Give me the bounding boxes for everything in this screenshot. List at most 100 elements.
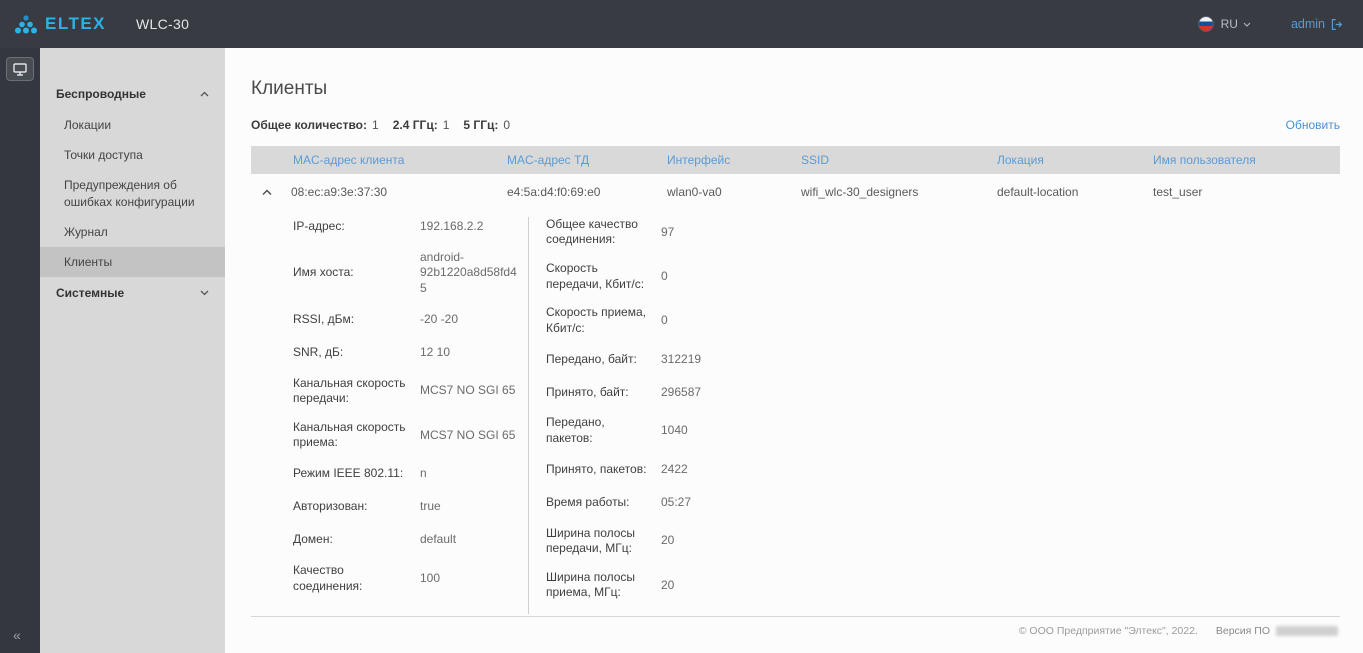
cell-mac-ap: e4:5a:d4:f0:69:e0 bbox=[507, 185, 667, 199]
client-table-row[interactable]: 08:ec:a9:3e:37:30 e4:5a:d4:f0:69:e0 wlan… bbox=[251, 174, 1340, 211]
monitoring-section-button[interactable] bbox=[6, 57, 34, 81]
detail-value: 296587 bbox=[661, 385, 948, 401]
sidebar-item-config-warnings[interactable]: Предупреждения об ошибках конфигурации bbox=[40, 170, 225, 216]
detail-value: 0 bbox=[661, 269, 948, 285]
copyright-text: © ООО Предприятие "Элтекс", 2022. bbox=[1019, 625, 1198, 637]
detail-value: n bbox=[420, 466, 518, 482]
detail-label: Домен: bbox=[293, 532, 420, 548]
icon-strip: « bbox=[0, 48, 40, 653]
detail-label: Скорость передачи, Кбит/с: bbox=[546, 261, 661, 292]
cell-username: test_user bbox=[1153, 185, 1340, 199]
chevron-down-icon bbox=[200, 290, 209, 296]
cell-location: default-location bbox=[997, 185, 1153, 199]
detail-value: 1040 bbox=[661, 423, 948, 439]
detail-value: -20 -20 bbox=[420, 312, 518, 328]
column-header-location[interactable]: Локация bbox=[997, 153, 1153, 167]
summary-5ghz-label: 5 ГГц: bbox=[463, 118, 498, 132]
summary-5ghz-value: 0 bbox=[503, 118, 510, 132]
column-header-username[interactable]: Имя пользователя bbox=[1153, 153, 1340, 167]
details-left-column: IP-адрес: 192.168.2.2 Имя хоста: android… bbox=[293, 217, 528, 614]
detail-row-tx-bandwidth: Ширина полосы передачи, МГц: 20 bbox=[546, 526, 948, 557]
summary-2-4ghz-value: 1 bbox=[443, 118, 450, 132]
detail-row-tx-speed: Скорость передачи, Кбит/с: 0 bbox=[546, 261, 948, 292]
username-label: admin bbox=[1291, 17, 1325, 31]
page-title: Клиенты bbox=[251, 78, 1340, 100]
detail-row-rssi: RSSI, дБм: -20 -20 bbox=[293, 310, 518, 330]
version-label: Версия ПО bbox=[1216, 625, 1270, 637]
detail-label: Принято, байт: bbox=[546, 385, 661, 401]
top-bar: ELTEX WLC-30 RU admin bbox=[0, 0, 1363, 48]
mac-client-value: 08:ec:a9:3e:37:30 bbox=[291, 185, 387, 199]
detail-label: Передано, пакетов: bbox=[546, 415, 661, 446]
logout-icon[interactable] bbox=[1330, 18, 1343, 31]
detail-value: android-92b1220a8d58fd45 bbox=[420, 250, 518, 297]
column-header-interface[interactable]: Интерфейс bbox=[667, 153, 801, 167]
sidebar-group-system[interactable]: Системные bbox=[40, 277, 225, 309]
eltex-logo-icon bbox=[14, 14, 38, 34]
detail-row-rx-bandwidth: Ширина полосы приема, МГц: 20 bbox=[546, 570, 948, 601]
collapse-sidebar-button[interactable]: « bbox=[0, 627, 21, 643]
sidebar-item-access-points[interactable]: Точки доступа bbox=[40, 140, 225, 170]
detail-label: Ширина полосы приема, МГц: bbox=[546, 570, 661, 601]
product-name: WLC-30 bbox=[136, 16, 189, 32]
detail-value: 100 bbox=[420, 571, 518, 587]
column-header-ssid[interactable]: SSID bbox=[801, 153, 997, 167]
detail-label: SNR, дБ: bbox=[293, 345, 420, 361]
detail-row-uptime: Время работы: 05:27 bbox=[546, 493, 948, 513]
summary-total-label: Общее количество: bbox=[251, 118, 367, 132]
column-header-mac-client[interactable]: MAC-адрес клиента bbox=[251, 153, 507, 167]
summary-2-4ghz: 2.4 ГГц: 1 bbox=[393, 118, 450, 132]
sidebar-group-wireless[interactable]: Беспроводные bbox=[40, 78, 225, 110]
detail-value: 20 bbox=[661, 533, 948, 549]
main-content: Клиенты Общее количество: 1 2.4 ГГц: 1 5… bbox=[225, 48, 1363, 653]
detail-label: IP-адрес: bbox=[293, 219, 420, 235]
detail-row-hostname: Имя хоста: android-92b1220a8d58fd45 bbox=[293, 250, 518, 297]
detail-row-total-quality: Общее качество соединения: 97 bbox=[546, 217, 948, 248]
sidebar-item-locations[interactable]: Локации bbox=[40, 110, 225, 140]
version-info: Версия ПО bbox=[1216, 625, 1338, 637]
detail-label: Ширина полосы передачи, МГц: bbox=[546, 526, 661, 557]
detail-label: Режим IEEE 802.11: bbox=[293, 466, 420, 482]
language-selector[interactable]: RU bbox=[1198, 16, 1251, 32]
detail-value: 2422 bbox=[661, 462, 948, 478]
app-window: ELTEX WLC-30 RU admin bbox=[0, 0, 1363, 653]
sidebar-item-journal[interactable]: Журнал bbox=[40, 217, 225, 247]
detail-label: Канальная скорость приема: bbox=[293, 420, 420, 451]
detail-value: 12 10 bbox=[420, 345, 518, 361]
sidebar-item-clients[interactable]: Клиенты bbox=[40, 247, 225, 277]
detail-row-link-quality: Качество соединения: 100 bbox=[293, 563, 518, 594]
column-header-mac-ap[interactable]: MAC-адрес ТД bbox=[507, 153, 667, 167]
user-menu[interactable]: admin bbox=[1291, 17, 1343, 31]
detail-row-tx-packets: Передано, пакетов: 1040 bbox=[546, 415, 948, 446]
detail-label: Скорость приема, Кбит/с: bbox=[546, 305, 661, 336]
cell-mac-client: 08:ec:a9:3e:37:30 bbox=[251, 185, 507, 199]
cell-ssid: wifi_wlc-30_designers bbox=[801, 185, 997, 199]
detail-label: Время работы: bbox=[546, 495, 661, 511]
detail-value: 05:27 bbox=[661, 495, 948, 511]
detail-row-tx-rate: Канальная скорость передачи: MCS7 NO SGI… bbox=[293, 376, 518, 407]
detail-row-tx-bytes: Передано, байт: 312219 bbox=[546, 349, 948, 369]
detail-row-ip: IP-адрес: 192.168.2.2 bbox=[293, 217, 518, 237]
topbar-right: RU admin bbox=[1198, 16, 1343, 32]
summary-2-4ghz-label: 2.4 ГГц: bbox=[393, 118, 438, 132]
sidebar: Беспроводные Локации Точки доступа Преду… bbox=[40, 48, 225, 653]
detail-row-rx-rate: Канальная скорость приема: MCS7 NO SGI 6… bbox=[293, 420, 518, 451]
detail-label: Канальная скорость передачи: bbox=[293, 376, 420, 407]
clients-table-header: MAC-адрес клиента MAC-адрес ТД Интерфейс… bbox=[251, 146, 1340, 174]
details-right-column: Общее качество соединения: 97 Скорость п… bbox=[528, 217, 948, 614]
detail-value: 97 bbox=[661, 225, 948, 241]
detail-row-snr: SNR, дБ: 12 10 bbox=[293, 343, 518, 363]
detail-label: Передано, байт: bbox=[546, 352, 661, 368]
detail-label: Принято, пакетов: bbox=[546, 462, 661, 478]
sidebar-group-label: Беспроводные bbox=[56, 87, 146, 101]
detail-value: 20 bbox=[661, 578, 948, 594]
summary-total: Общее количество: 1 bbox=[251, 118, 379, 132]
detail-row-domain: Домен: default bbox=[293, 530, 518, 550]
version-value-redacted bbox=[1276, 626, 1338, 636]
brand-name: ELTEX bbox=[45, 14, 106, 34]
detail-value: 192.168.2.2 bbox=[420, 219, 518, 235]
refresh-button[interactable]: Обновить bbox=[1286, 118, 1340, 132]
ru-flag-icon bbox=[1198, 16, 1214, 32]
detail-row-rx-packets: Принято, пакетов: 2422 bbox=[546, 460, 948, 480]
collapse-row-chevron-icon[interactable] bbox=[262, 189, 272, 196]
